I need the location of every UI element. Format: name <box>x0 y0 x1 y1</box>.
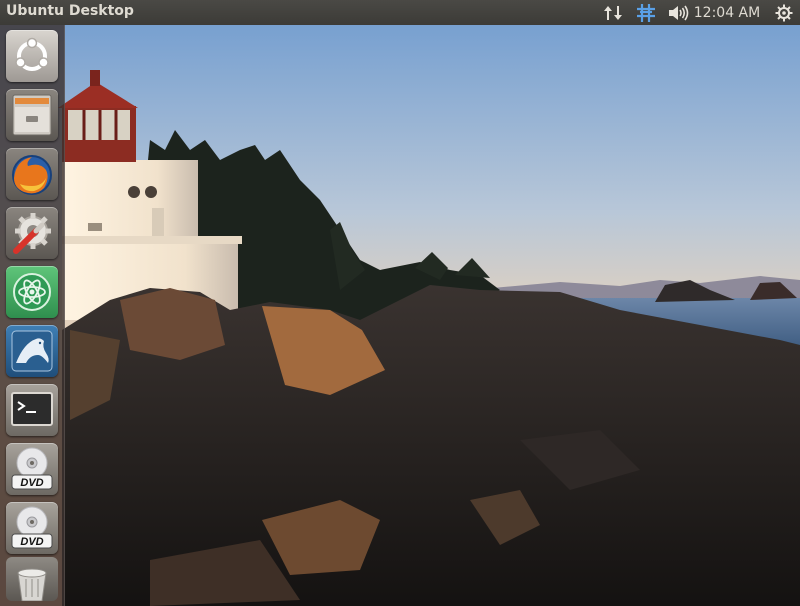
mysql-workbench-icon <box>11 330 53 372</box>
ubuntu-dash-icon <box>15 37 49 71</box>
ubuntu-dash-button[interactable] <box>6 30 58 82</box>
dvd-drive-icon: DVD <box>11 447 53 490</box>
atom-launcher-button[interactable] <box>6 266 58 318</box>
dvd-drive-launcher-button[interactable]: DVD <box>6 443 58 495</box>
launcher: DVD DVD <box>0 25 65 606</box>
dvd-label: DVD <box>20 477 43 489</box>
mysql-workbench-launcher-button[interactable] <box>6 325 58 377</box>
session-gear-icon[interactable] <box>772 0 796 25</box>
files-icon <box>12 94 52 136</box>
system-settings-launcher-button[interactable] <box>6 207 58 259</box>
dvd-label: DVD <box>20 536 43 548</box>
firefox-icon <box>12 155 52 195</box>
firefox-launcher-button[interactable] <box>6 148 58 200</box>
clock[interactable]: 12:04 AM <box>692 0 762 25</box>
system-settings-icon <box>13 213 51 254</box>
trash-icon <box>17 568 47 601</box>
atom-icon <box>13 273 51 311</box>
network-transfer-icon[interactable] <box>600 0 626 25</box>
files-launcher-button[interactable] <box>6 89 58 141</box>
terminal-icon <box>11 392 53 426</box>
volume-icon[interactable] <box>665 0 691 25</box>
desktop-wallpaper <box>0 0 800 606</box>
dvd-drive-icon: DVD <box>11 506 53 549</box>
trash-launcher-button[interactable] <box>6 557 58 601</box>
top-panel: Ubuntu Desktop 12:04 AM <box>0 0 800 25</box>
dvd-drive-launcher-button[interactable]: DVD <box>6 502 58 554</box>
window-title: Ubuntu Desktop <box>6 3 134 19</box>
terminal-launcher-button[interactable] <box>6 384 58 436</box>
keyboard-layout-icon[interactable] <box>634 0 658 25</box>
